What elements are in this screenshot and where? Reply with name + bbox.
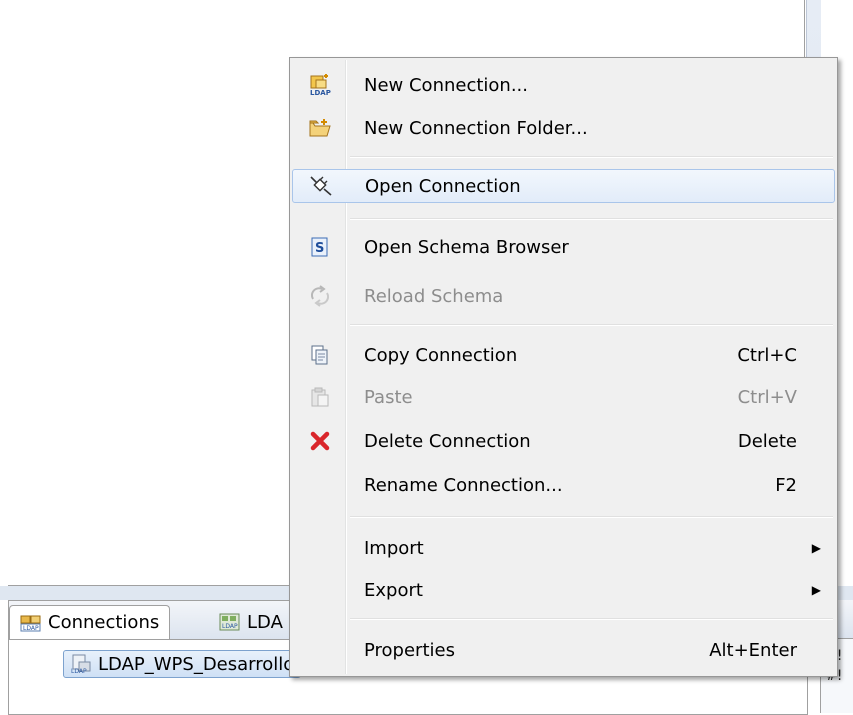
menu-item-label: Paste bbox=[364, 386, 413, 408]
delete-icon bbox=[296, 431, 344, 451]
ldap-connection-icon: LDAP bbox=[70, 654, 92, 674]
svg-text:S: S bbox=[315, 241, 324, 256]
menu-item-label: Open Connection bbox=[365, 175, 521, 197]
svg-text:LDAP: LDAP bbox=[310, 89, 331, 96]
new-folder-icon bbox=[296, 118, 344, 138]
menu-separator bbox=[350, 156, 833, 158]
submenu-arrow-icon: ▶ bbox=[811, 541, 821, 555]
menu-item-rename-connection[interactable]: Rename Connection... F2 bbox=[292, 468, 835, 502]
tree-item-label: LDAP_WPS_Desarrollo bbox=[98, 653, 295, 675]
svg-text:LDAP: LDAP bbox=[222, 623, 238, 630]
menu-item-label: Rename Connection... bbox=[364, 474, 563, 496]
ldap-browser-icon: LDAP bbox=[219, 612, 241, 632]
svg-text:LDAP: LDAP bbox=[23, 625, 39, 632]
menu-item-copy-connection[interactable]: Copy Connection Ctrl+C bbox=[292, 338, 835, 372]
menu-item-open-connection[interactable]: Open Connection bbox=[292, 169, 835, 203]
menu-separator bbox=[350, 618, 833, 620]
menu-item-label: New Connection Folder... bbox=[364, 117, 588, 139]
reload-icon bbox=[296, 285, 344, 307]
tab-ldap[interactable]: LDAP LDA bbox=[209, 605, 293, 639]
tab-connections-label: Connections bbox=[48, 612, 160, 633]
menu-separator bbox=[350, 324, 833, 326]
menu-item-label: Delete Connection bbox=[364, 430, 531, 452]
menu-item-import[interactable]: Import ▶ bbox=[292, 531, 835, 565]
copy-icon bbox=[296, 345, 344, 365]
menu-item-label: Open Schema Browser bbox=[364, 236, 569, 258]
menu-item-label: Export bbox=[364, 579, 423, 601]
menu-separator bbox=[350, 218, 833, 220]
menu-item-label: Properties bbox=[364, 639, 455, 661]
menu-item-label: Reload Schema bbox=[364, 285, 504, 307]
menu-item-delete-connection[interactable]: Delete Connection Delete bbox=[292, 424, 835, 458]
menu-item-label: New Connection... bbox=[364, 74, 528, 96]
tab-connections[interactable]: LDAP Connections bbox=[9, 605, 171, 639]
menu-item-reload-schema[interactable]: Reload Schema bbox=[292, 279, 835, 313]
menu-item-new-connection-folder[interactable]: New Connection Folder... bbox=[292, 111, 835, 145]
menu-item-paste[interactable]: Paste Ctrl+V bbox=[292, 380, 835, 414]
context-menu: LDAP New Connection... New Connection Fo… bbox=[289, 57, 838, 677]
menu-item-shortcut: Alt+Enter bbox=[709, 639, 797, 661]
submenu-arrow-icon: ▶ bbox=[811, 583, 821, 597]
menu-item-new-connection[interactable]: LDAP New Connection... bbox=[292, 68, 835, 102]
schema-icon: S bbox=[296, 237, 344, 257]
menu-item-shortcut: Ctrl+C bbox=[737, 344, 797, 366]
menu-separator bbox=[350, 516, 833, 518]
paste-icon bbox=[296, 387, 344, 407]
tree-item-connection[interactable]: LDAP LDAP_WPS_Desarrollo bbox=[63, 650, 302, 678]
menu-item-export[interactable]: Export ▶ bbox=[292, 573, 835, 607]
menu-item-shortcut: Ctrl+V bbox=[737, 386, 797, 408]
plug-connect-icon bbox=[297, 175, 345, 197]
svg-text:LDAP: LDAP bbox=[71, 668, 87, 674]
menu-item-shortcut: Delete bbox=[737, 430, 797, 452]
new-ldap-connection-icon: LDAP bbox=[296, 74, 344, 96]
tab-ldap-label: LDA bbox=[247, 611, 283, 633]
menu-item-shortcut: F2 bbox=[775, 474, 797, 496]
menu-item-properties[interactable]: Properties Alt+Enter bbox=[292, 633, 835, 667]
menu-item-label: Copy Connection bbox=[364, 344, 518, 366]
menu-item-open-schema-browser[interactable]: S Open Schema Browser bbox=[292, 230, 835, 264]
menu-item-label: Import bbox=[364, 537, 424, 559]
connections-icon: LDAP bbox=[20, 613, 42, 633]
